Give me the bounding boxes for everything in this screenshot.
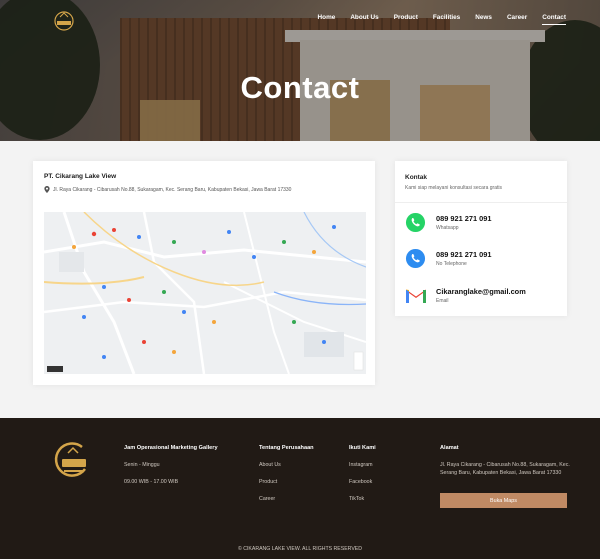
company-name: PT. Cikarang Lake View: [44, 173, 117, 180]
email-label: Email: [436, 298, 449, 304]
footer-link-facebook[interactable]: Facebook: [349, 479, 376, 487]
footer-hours-time: 09.00 WIB - 17.00 WIB: [124, 478, 179, 485]
footer-link-career[interactable]: Career: [259, 496, 314, 504]
open-maps-button[interactable]: Buka Maps: [440, 493, 567, 508]
phone-number: 089 921 271 091: [436, 250, 492, 259]
whatsapp-label: Whatsapp: [436, 225, 459, 231]
gmail-icon: [405, 285, 426, 306]
footer-hours: Jam Operasional Marketing Gallery Senin …: [124, 445, 218, 496]
footer-company-heading: Tentang Perusahaan: [259, 445, 314, 451]
company-address: Jl. Raya Cikarang - Cibarusah No.88, Suk…: [44, 186, 291, 193]
address-text: Jl. Raya Cikarang - Cibarusah No.88, Suk…: [53, 186, 292, 193]
main-nav: Home About Us Product Facilities News Ca…: [303, 14, 566, 25]
footer-hours-heading: Jam Operasional Marketing Gallery: [124, 445, 218, 451]
page-title: Contact: [240, 70, 360, 105]
footer-link-instagram[interactable]: Instagram: [349, 462, 376, 470]
nav-home[interactable]: Home: [318, 14, 336, 25]
footer-link-about-us[interactable]: About Us: [259, 462, 314, 470]
map-canvas[interactable]: [44, 212, 366, 374]
embedded-map[interactable]: [44, 212, 366, 374]
footer-address-text: Jl. Raya Cikarang - Cibarusah No.88, Suk…: [440, 462, 570, 476]
whatsapp-icon: [405, 212, 426, 233]
kontak-title: Kontak: [405, 174, 428, 181]
contact-email[interactable]: Cikaranglake@gmail.com Email: [405, 285, 526, 306]
footer-social: Ikuti Kami Instagram Facebook TikTok: [349, 445, 376, 513]
nav-contact[interactable]: Contact: [542, 14, 566, 25]
footer-social-heading: Ikuti Kami: [349, 445, 376, 451]
kontak-divider: [395, 202, 567, 203]
copyright-text: © CIKARANG LAKE VIEW. ALL RIGHTS RESERVE…: [237, 546, 363, 552]
footer-address-heading: Alamat: [440, 445, 459, 451]
phone-label: No Telephone: [436, 261, 467, 267]
nav-about-us[interactable]: About Us: [350, 14, 378, 25]
footer-company: Tentang Perusahaan About Us Product Care…: [259, 445, 314, 513]
map-pin-icon: [44, 186, 50, 193]
site-footer: Jam Operasional Marketing Gallery Senin …: [0, 418, 600, 559]
nav-product[interactable]: Product: [394, 14, 418, 25]
nav-facilities[interactable]: Facilities: [433, 14, 460, 25]
kontak-subtitle: Kami siap melayani konsultasi secara gra…: [405, 185, 502, 191]
contact-phone[interactable]: 089 921 271 091 No Telephone: [405, 248, 491, 269]
contact-whatsapp[interactable]: 089 921 271 091 Whatsapp: [405, 212, 491, 233]
email-address: Cikaranglake@gmail.com: [436, 287, 526, 296]
nav-career[interactable]: Career: [507, 14, 527, 25]
footer-link-product[interactable]: Product: [259, 479, 314, 487]
footer-address: Alamat Jl. Raya Cikarang - Cibarusah No.…: [440, 445, 570, 487]
clv-logo-icon[interactable]: [53, 10, 75, 32]
nav-news[interactable]: News: [475, 14, 492, 25]
footer-hours-days: Senin - Minggu: [124, 462, 160, 468]
footer-link-tiktok[interactable]: TikTok: [349, 496, 376, 504]
location-card: PT. Cikarang Lake View Jl. Raya Cikarang…: [33, 161, 375, 385]
kontak-card: Kontak Kami siap melayani konsultasi sec…: [395, 161, 567, 316]
clv-footer-logo-icon[interactable]: [52, 439, 94, 481]
phone-icon: [405, 248, 426, 269]
whatsapp-number: 089 921 271 091: [436, 214, 492, 223]
